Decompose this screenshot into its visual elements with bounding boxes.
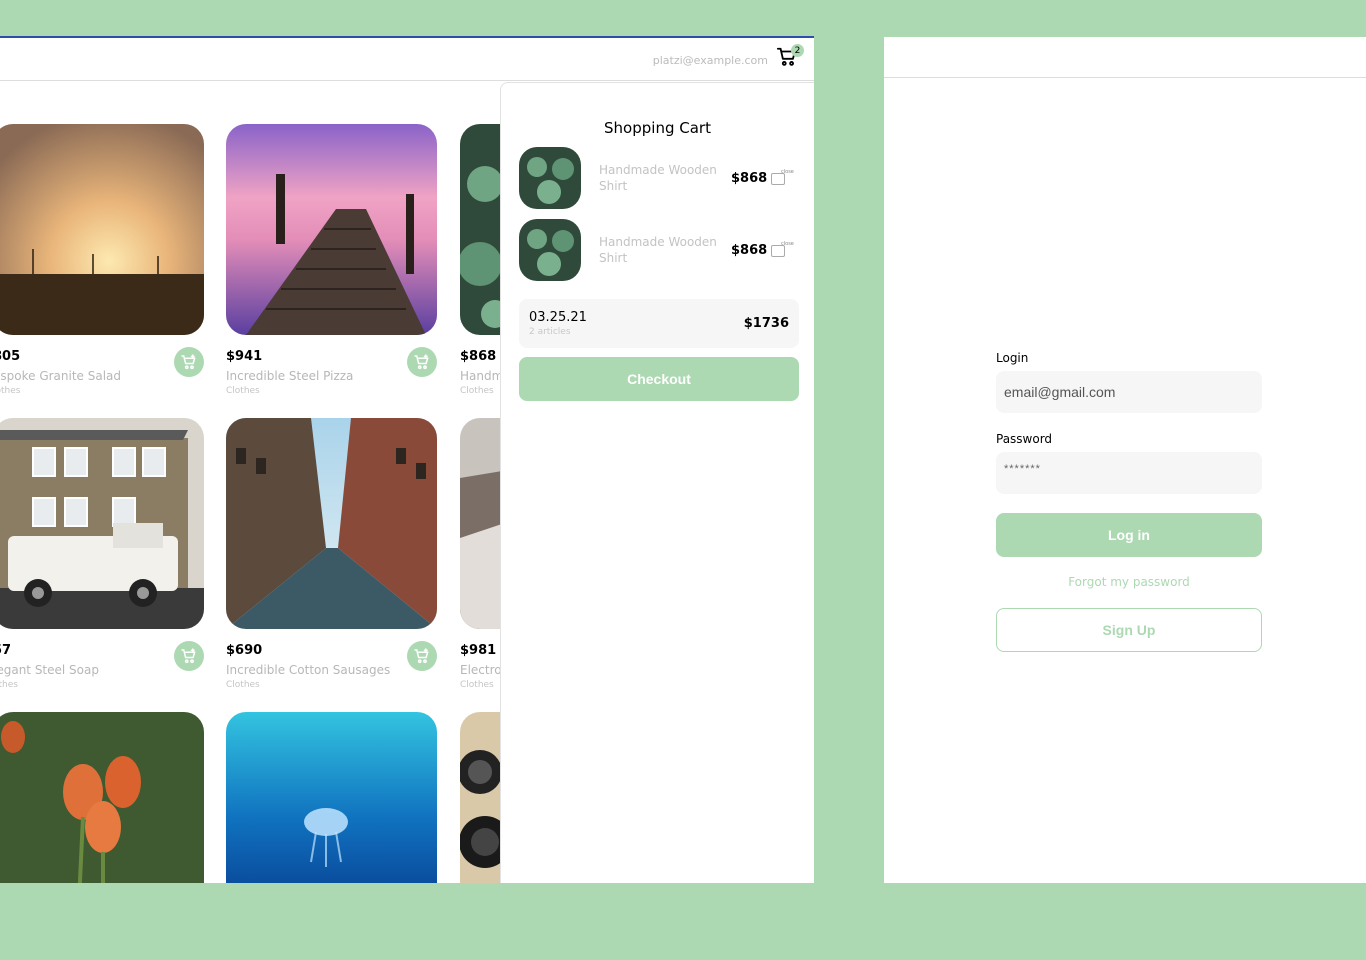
login-screen: Login email@gmail.com Password ******* L… (884, 37, 1366, 883)
product-card[interactable]: $690 Incredible Cotton Sausages Clothes (226, 418, 437, 698)
cart-count-badge: 2 (791, 44, 804, 57)
cart-item: Handmade Wooden Shirt $868 close (519, 147, 801, 209)
product-card[interactable]: 57 legant Steel Soap othes (0, 418, 204, 698)
add-to-cart-icon (414, 354, 429, 370)
add-to-cart-icon (414, 648, 429, 664)
product-category: lothes (0, 386, 21, 396)
product-price: 57 (0, 643, 12, 658)
add-to-cart-button[interactable] (407, 347, 437, 377)
product-card[interactable] (226, 712, 437, 883)
order-articles: 2 articles (529, 327, 571, 337)
cart-item-name: Handmade Wooden Shirt (599, 163, 717, 193)
product-price: 805 (0, 349, 21, 364)
product-image[interactable] (0, 124, 204, 335)
store-screen: platzi@example.com 2 05 espoke Granite S… (0, 36, 814, 883)
checkout-button[interactable]: Checkout (519, 357, 799, 401)
email-field[interactable]: email@gmail.com (996, 371, 1262, 413)
login-navbar (884, 37, 1366, 78)
cart-item: Handmade Wooden Shirt $868 close (519, 219, 801, 281)
product-image[interactable] (226, 712, 437, 883)
product-card[interactable] (0, 712, 204, 883)
product-image[interactable] (0, 418, 204, 629)
product-price: $868 (460, 349, 497, 364)
store-navbar: platzi@example.com 2 (0, 38, 814, 81)
product-category: Clothes (460, 386, 494, 396)
product-price: $981 (460, 643, 497, 658)
add-to-cart-icon (181, 354, 196, 370)
remove-item-alt: close (781, 241, 794, 247)
product-name: Electro (460, 663, 502, 677)
product-name: espoke Granite Salad (0, 369, 122, 383)
cart-item-price: $868 (731, 243, 768, 258)
product-category: Clothes (226, 680, 260, 690)
product-card[interactable]: 805 espoke Granite Salad lothes (0, 124, 204, 404)
product-card[interactable]: $941 Incredible Steel Pizza Clothes (226, 124, 437, 404)
login-label: Login (996, 351, 1029, 365)
add-to-cart-button[interactable] (407, 641, 437, 671)
product-name: legant Steel Soap (0, 663, 99, 677)
product-price: $690 (226, 643, 263, 658)
cart-item-price: $868 (731, 171, 768, 186)
cart-item-name: Handmade Wooden Shirt (599, 235, 717, 265)
product-image[interactable] (226, 418, 437, 629)
product-name: Incredible Steel Pizza (226, 369, 354, 383)
password-label: Password (996, 432, 1053, 446)
product-name: Incredible Cotton Sausages (226, 663, 391, 677)
user-email[interactable]: platzi@example.com (653, 54, 768, 67)
product-image[interactable] (226, 124, 437, 335)
add-to-cart-button[interactable] (174, 641, 204, 671)
product-image[interactable] (0, 712, 204, 883)
cart-icon[interactable]: 2 (776, 44, 804, 70)
cart-item-image (519, 147, 581, 209)
remove-item-alt: close (781, 169, 794, 175)
cart-item-image (519, 219, 581, 281)
product-category: Clothes (226, 386, 260, 396)
cart-title: Shopping Cart (604, 119, 711, 137)
add-to-cart-button[interactable] (174, 347, 204, 377)
password-field[interactable]: ******* (996, 452, 1262, 494)
order-total: $1736 (743, 316, 789, 331)
product-category: Clothes (460, 680, 494, 690)
order-date: 03.25.21 (529, 310, 587, 325)
login-button[interactable]: Log in (996, 513, 1262, 557)
product-category: othes (0, 680, 18, 690)
add-to-cart-icon (181, 648, 196, 664)
order-summary: 03.25.21 2 articles $1736 (519, 299, 799, 348)
product-price: $941 (226, 349, 263, 364)
signup-button[interactable]: Sign Up (996, 608, 1262, 652)
product-name: Handm (460, 369, 504, 383)
forgot-password-link[interactable]: Forgot my password (996, 575, 1262, 589)
shopping-cart-panel: Shopping Cart Handmade Wooden Shirt $868… (500, 82, 814, 883)
